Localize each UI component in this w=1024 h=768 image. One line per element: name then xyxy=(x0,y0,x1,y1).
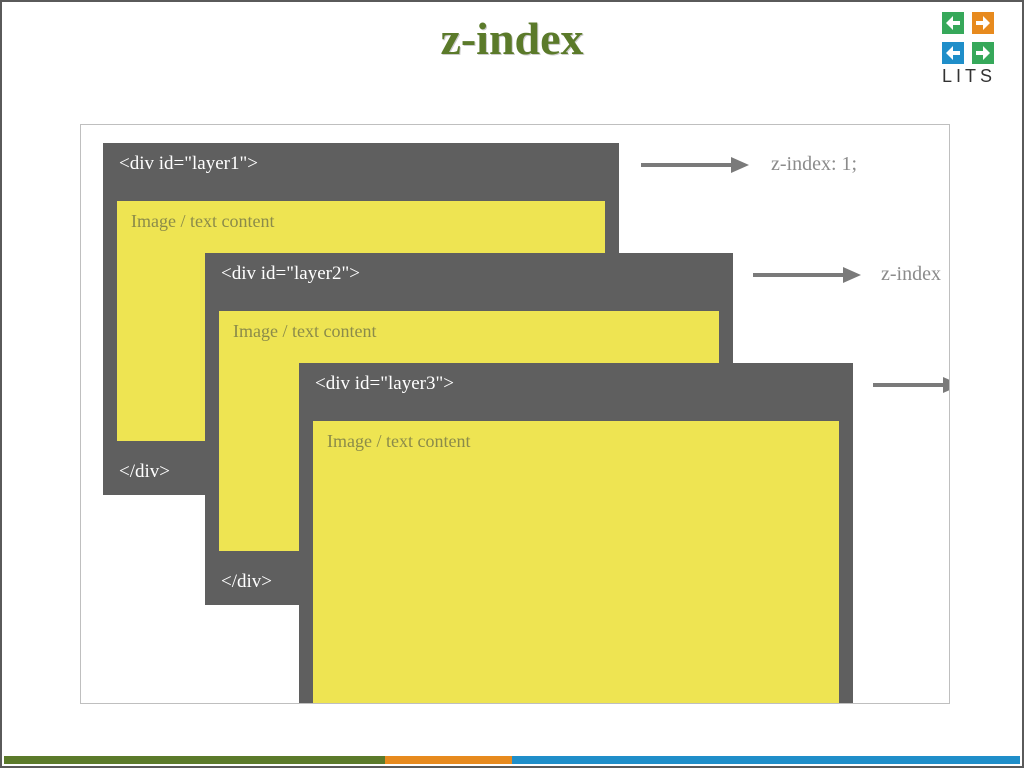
footer-bar-segment xyxy=(4,756,385,764)
layer-open-tag: <div id="layer1"> xyxy=(103,143,619,201)
logo-quadrant-icon xyxy=(942,42,964,64)
logo: LITS xyxy=(934,12,1004,87)
footer-bar-segment xyxy=(385,756,512,764)
logo-quadrant-icon xyxy=(972,42,994,64)
logo-mark xyxy=(942,12,994,64)
layer-open-tag: <div id="layer2"> xyxy=(205,253,733,311)
logo-quadrant-icon xyxy=(942,12,964,34)
footer-color-bar xyxy=(4,756,1020,764)
footer-bar-segment xyxy=(512,756,1020,764)
arrow-icon xyxy=(873,375,950,395)
arrow-icon xyxy=(753,265,863,285)
page-title: z-index xyxy=(2,12,1022,65)
z-index-label-2: z-index xyxy=(881,263,941,286)
layer-open-tag: <div id="layer3"> xyxy=(299,363,853,421)
logo-text: LITS xyxy=(934,66,1004,87)
arrow-icon xyxy=(641,155,751,175)
slide: z-index LITS <div id="layer1"> Image / t… xyxy=(0,0,1024,768)
layer-box-3: <div id="layer3"> Image / text content <… xyxy=(299,363,853,704)
layer-content: Image / text content xyxy=(313,421,839,704)
diagram-figure: <div id="layer1"> Image / text content <… xyxy=(80,124,950,704)
z-index-label-1: z-index: 1; xyxy=(771,153,857,176)
logo-quadrant-icon xyxy=(972,12,994,34)
